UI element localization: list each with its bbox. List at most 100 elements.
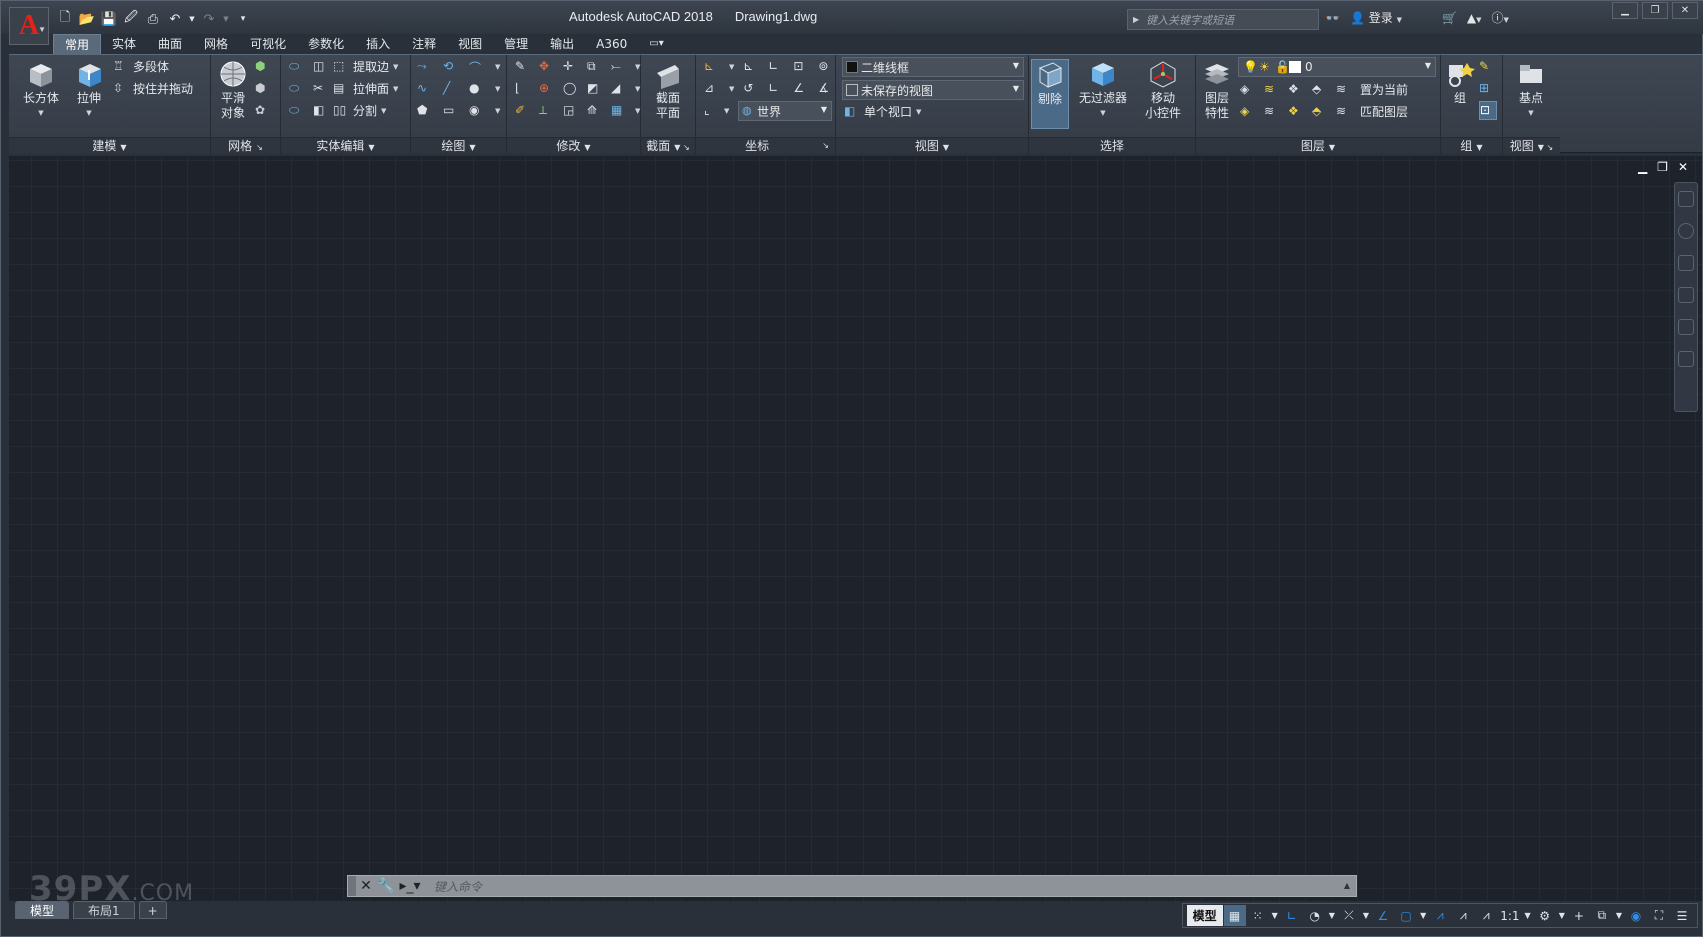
scale-dropdown-icon[interactable]: ▼ <box>1523 905 1533 926</box>
customization-menu-icon[interactable]: ☰ <box>1671 905 1693 926</box>
erase-icon[interactable]: ✐ <box>515 103 531 119</box>
polar-dropdown-icon[interactable]: ▼ <box>1327 905 1337 926</box>
isometric-icon[interactable]: ⤫ <box>1338 905 1360 926</box>
grid-icon[interactable]: ▦ <box>1223 905 1246 926</box>
fillet-icon[interactable]: ⌊ <box>515 81 531 97</box>
binoculars-icon[interactable]: 👓 <box>1325 11 1340 25</box>
match-layer-label[interactable]: 匹配图层 <box>1360 103 1408 120</box>
panel-title-solid-editing[interactable]: 实体编辑 ▼ <box>281 137 410 154</box>
ellipse-icon[interactable]: ◉ <box>469 103 485 119</box>
match-layer-icon[interactable]: ≋ <box>1336 104 1352 120</box>
ucs-object-icon[interactable]: ⊾ <box>743 59 759 75</box>
mirror-icon[interactable]: ◩ <box>587 81 603 97</box>
expand-arrow-icon[interactable]: ▶ <box>1133 15 1139 24</box>
tab-annotate[interactable]: 注释 <box>401 34 447 54</box>
ungroup-button[interactable]: ✎ <box>1479 57 1495 76</box>
minimize-icon[interactable]: ▁ <box>1612 2 1638 19</box>
annotation-scale-icon[interactable]: ⩘ <box>1475 905 1497 926</box>
search-input[interactable]: ▶ 键入关键字或短语 <box>1127 9 1319 30</box>
move-icon[interactable]: ✛ <box>563 59 579 75</box>
annotation-monitor-icon[interactable]: + <box>1568 905 1590 926</box>
tab-view[interactable]: 视图 <box>447 34 493 54</box>
panel-title-modify[interactable]: 修改 ▼ <box>507 137 640 154</box>
separate-button[interactable]: ◧ ▯▯ 分割 ▼ <box>313 101 386 120</box>
layer-isolate-icon[interactable]: ≋ <box>1264 82 1280 98</box>
help-icon[interactable]: ⓘ▼ <box>1492 9 1509 26</box>
tab-insert[interactable]: 插入 <box>355 34 401 54</box>
application-menu-button[interactable]: A ▼ <box>9 7 49 45</box>
ucs-named-icon[interactable]: ⊚ <box>818 59 834 75</box>
no-filter-button[interactable]: 无过滤器 ▼ <box>1073 59 1133 121</box>
tab-solid[interactable]: 实体 <box>101 34 147 54</box>
tab-mesh[interactable]: 网格 <box>193 34 239 54</box>
viewport-config-button[interactable]: ◧ 单个视口 ▼ <box>844 102 921 121</box>
annotation-scale-value[interactable]: 1:1 <box>1498 905 1521 926</box>
tab-a360[interactable]: A360 <box>585 34 638 54</box>
save-icon[interactable]: 💾 <box>101 11 117 27</box>
ucs-world-icon[interactable]: ∟ <box>768 59 784 75</box>
layer-lock-icon[interactable]: ⬘ <box>1312 82 1328 98</box>
command-input[interactable]: 键入命令 <box>434 878 482 895</box>
isolate-objects-icon[interactable]: ⧉ <box>1591 905 1613 926</box>
save-as-icon[interactable]: 🖉 <box>123 10 139 27</box>
object-snap-icon[interactable]: ▢ <box>1395 905 1417 926</box>
panel-title-view-base[interactable]: 视图 ▼ ↘ <box>1503 137 1560 154</box>
fillet-edge-icon[interactable]: ◢ <box>611 81 627 97</box>
wrench-icon[interactable]: 🔧 <box>376 876 396 896</box>
annotation-visibility-icon[interactable]: ⩘ <box>1429 905 1451 926</box>
cart-icon[interactable]: 🛒 <box>1442 11 1457 25</box>
layer-on-icon[interactable]: ◈ <box>1240 104 1256 120</box>
viewport-restore-icon[interactable]: ❐ <box>1657 160 1668 174</box>
customize-qat-icon[interactable]: ▾ <box>235 11 251 27</box>
make-current-icon[interactable]: ≋ <box>1336 82 1352 98</box>
workspace-dropdown-icon[interactable]: ▼ <box>1557 905 1567 926</box>
subtract-button[interactable]: ⬭ <box>289 79 305 98</box>
ucs-y-icon[interactable]: ∠ <box>793 81 809 97</box>
circle-icon[interactable]: ● <box>469 81 485 97</box>
osnap-dropdown-icon[interactable]: ▼ <box>1418 905 1428 926</box>
polyline-icon[interactable]: ⤳ <box>417 59 433 75</box>
undo-icon[interactable]: ↶ <box>167 11 183 27</box>
intersect-button[interactable]: ⬭ <box>289 101 305 120</box>
visual-style-select[interactable]: 二维线框 ▼ <box>842 57 1024 77</box>
iso-dropdown-icon[interactable]: ▼ <box>1361 905 1371 926</box>
mesh-tool-3[interactable]: ✿ <box>255 101 271 120</box>
ucs-face-icon[interactable]: ⊡ <box>793 59 809 75</box>
panel-title-selection[interactable]: 选择 <box>1029 137 1195 154</box>
snap-icon[interactable]: ⁙ <box>1247 905 1269 926</box>
tab-parametric[interactable]: 参数化 <box>297 34 355 54</box>
section-plane-button[interactable]: 截面 平面 <box>645 59 691 121</box>
maximize-icon[interactable]: ❐ <box>1642 2 1668 19</box>
auto-scale-icon[interactable]: ⩘ <box>1452 905 1474 926</box>
box-button[interactable]: 长方体 ▼ <box>15 59 67 121</box>
trim-icon[interactable]: ✎ <box>515 59 531 75</box>
polysolid-button[interactable]: ♖ 多段体 <box>113 57 169 76</box>
align-3d-icon[interactable]: ⊕ <box>539 81 555 97</box>
command-line-grip[interactable] <box>348 876 356 896</box>
login-button[interactable]: 👤 登录 ▼ <box>1350 9 1402 26</box>
autodesk-app-icon[interactable]: ▲▼ <box>1467 11 1482 25</box>
panel-title-layers[interactable]: 图层 ▼ <box>1196 137 1440 154</box>
redo-icon[interactable]: ↷ <box>201 11 217 27</box>
polar-icon[interactable]: ◔ <box>1304 905 1326 926</box>
move-gizmo-button[interactable]: 移动 小控件 <box>1137 59 1189 121</box>
line-icon[interactable]: ╱ <box>443 81 459 97</box>
command-history-icon[interactable]: ▲ <box>1344 881 1350 890</box>
ucs-x-icon[interactable]: ∟ <box>768 81 784 97</box>
close-command-line-icon[interactable]: ✕ <box>356 876 376 896</box>
layer-thaw-icon[interactable]: ❖ <box>1288 104 1304 120</box>
clean-screen-icon[interactable]: ⛶ <box>1648 905 1670 926</box>
rotate-icon[interactable]: ◯ <box>563 81 579 97</box>
extrude-faces-button[interactable]: ✂ ▤ 拉伸面 ▼ <box>313 79 398 98</box>
close-icon[interactable]: ✕ <box>1672 2 1698 19</box>
rotate-3d-icon[interactable]: ✥ <box>539 59 555 75</box>
hardware-acceleration-icon[interactable]: ◉ <box>1625 905 1647 926</box>
group-edit-button[interactable]: ⊞ <box>1479 79 1495 98</box>
named-view-select[interactable]: 未保存的视图 ▼ <box>842 80 1024 100</box>
orbit-icon[interactable] <box>1678 319 1694 335</box>
print-icon[interactable]: ⎙ <box>145 11 161 27</box>
tab-home[interactable]: 常用 <box>53 34 102 54</box>
isolate-dropdown-icon[interactable]: ▼ <box>1614 905 1624 926</box>
smooth-object-button[interactable]: 平滑 对象 <box>213 59 253 121</box>
viewport-minimize-icon[interactable]: ▁ <box>1638 160 1647 174</box>
